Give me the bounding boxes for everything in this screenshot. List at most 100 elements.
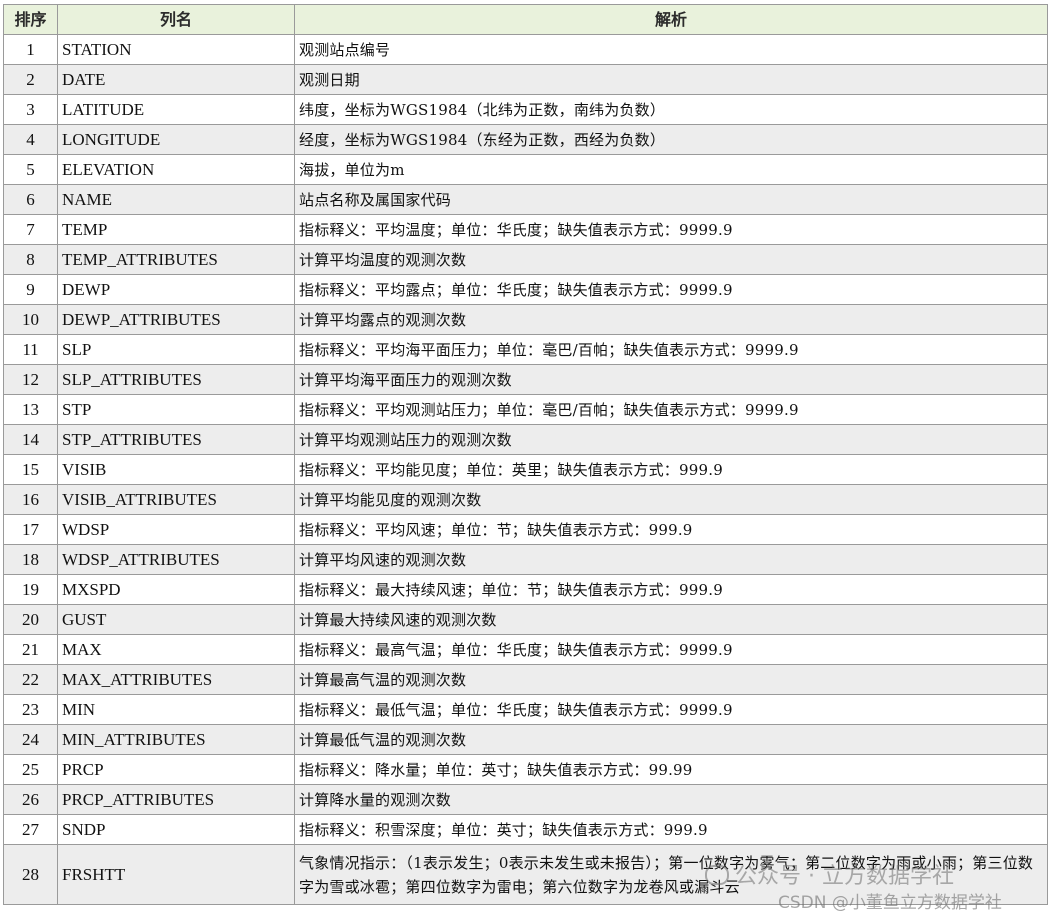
cell-order[interactable]: 28 <box>3 844 58 905</box>
cell-description[interactable]: 站点名称及属国家代码 <box>294 184 1048 215</box>
cell-description[interactable]: 观测日期 <box>294 64 1048 95</box>
cell-column-name[interactable]: STP_ATTRIBUTES <box>57 424 295 455</box>
cell-description[interactable]: 计算平均观测站压力的观测次数 <box>294 424 1048 455</box>
cell-description[interactable]: 计算平均风速的观测次数 <box>294 544 1048 575</box>
cell-description[interactable]: 计算最高气温的观测次数 <box>294 664 1048 695</box>
cell-column-name[interactable]: TEMP_ATTRIBUTES <box>57 244 295 275</box>
cell-column-name[interactable]: SLP_ATTRIBUTES <box>57 364 295 395</box>
table-row: 21 MAX 指标释义：最高气温；单位：华氏度；缺失值表示方式：9999.9 <box>3 634 1048 665</box>
cell-order[interactable]: 11 <box>3 334 58 365</box>
cell-description[interactable]: 指标释义：平均露点；单位：华氏度；缺失值表示方式：9999.9 <box>294 274 1048 305</box>
cell-column-name[interactable]: SNDP <box>57 814 295 845</box>
cell-column-name[interactable]: VISIB_ATTRIBUTES <box>57 484 295 515</box>
cell-order[interactable]: 20 <box>3 604 58 635</box>
cell-order[interactable]: 8 <box>3 244 58 275</box>
cell-order[interactable]: 4 <box>3 124 58 155</box>
cell-description[interactable]: 指标释义：平均观测站压力；单位：毫巴/百帕；缺失值表示方式：9999.9 <box>294 394 1048 425</box>
cell-column-name[interactable]: PRCP_ATTRIBUTES <box>57 784 295 815</box>
cell-order[interactable]: 21 <box>3 634 58 665</box>
cell-description[interactable]: 计算平均能见度的观测次数 <box>294 484 1048 515</box>
cell-description[interactable]: 气象情况指示：（1表示发生；0表示未发生或未报告）；第一位数字为雾气；第二位数字… <box>294 844 1048 905</box>
cell-description[interactable]: 计算最低气温的观测次数 <box>294 724 1048 755</box>
cell-order[interactable]: 22 <box>3 664 58 695</box>
cell-order[interactable]: 13 <box>3 394 58 425</box>
cell-order[interactable]: 16 <box>3 484 58 515</box>
cell-column-name[interactable]: LONGITUDE <box>57 124 295 155</box>
cell-description[interactable]: 计算最大持续风速的观测次数 <box>294 604 1048 635</box>
cell-column-name[interactable]: TEMP <box>57 214 295 245</box>
cell-column-name[interactable]: MXSPD <box>57 574 295 605</box>
cell-description[interactable]: 指标释义：积雪深度；单位：英寸；缺失值表示方式：999.9 <box>294 814 1048 845</box>
cell-description[interactable]: 计算平均露点的观测次数 <box>294 304 1048 335</box>
table-row: 2 DATE 观测日期 <box>3 64 1048 95</box>
cell-order[interactable]: 17 <box>3 514 58 545</box>
cell-description[interactable]: 计算降水量的观测次数 <box>294 784 1048 815</box>
cell-column-name[interactable]: MAX_ATTRIBUTES <box>57 664 295 695</box>
cell-order[interactable]: 14 <box>3 424 58 455</box>
cell-column-name[interactable]: DEWP <box>57 274 295 305</box>
cell-description[interactable]: 指标释义：平均风速；单位：节；缺失值表示方式：999.9 <box>294 514 1048 545</box>
cell-order[interactable]: 12 <box>3 364 58 395</box>
field-table: 排序 列名 解析 1 STATION 观测站点编号 2 DATE 观测日期 3 … <box>3 4 1048 905</box>
cell-order[interactable]: 18 <box>3 544 58 575</box>
cell-column-name[interactable]: FRSHTT <box>57 844 295 905</box>
cell-order[interactable]: 1 <box>3 34 58 65</box>
cell-order[interactable]: 19 <box>3 574 58 605</box>
cell-column-name[interactable]: MAX <box>57 634 295 665</box>
cell-order[interactable]: 10 <box>3 304 58 335</box>
cell-description[interactable]: 指标释义：降水量；单位：英寸；缺失值表示方式：99.99 <box>294 754 1048 785</box>
cell-description[interactable]: 指标释义：平均温度；单位：华氏度；缺失值表示方式：9999.9 <box>294 214 1048 245</box>
cell-column-name[interactable]: DATE <box>57 64 295 95</box>
table-row: 28 FRSHTT 气象情况指示：（1表示发生；0表示未发生或未报告）；第一位数… <box>3 844 1048 905</box>
cell-column-name[interactable]: MIN <box>57 694 295 725</box>
cell-description[interactable]: 海拔，单位为m <box>294 154 1048 185</box>
cell-description[interactable]: 指标释义：最低气温；单位：华氏度；缺失值表示方式：9999.9 <box>294 694 1048 725</box>
cell-column-name[interactable]: WDSP_ATTRIBUTES <box>57 544 295 575</box>
cell-description[interactable]: 指标释义：平均海平面压力；单位：毫巴/百帕；缺失值表示方式：9999.9 <box>294 334 1048 365</box>
cell-description[interactable]: 经度，坐标为WGS1984（东经为正数，西经为负数） <box>294 124 1048 155</box>
cell-order[interactable]: 15 <box>3 454 58 485</box>
cell-column-name[interactable]: VISIB <box>57 454 295 485</box>
cell-column-name[interactable]: WDSP <box>57 514 295 545</box>
cell-order[interactable]: 27 <box>3 814 58 845</box>
cell-order[interactable]: 5 <box>3 154 58 185</box>
cell-order[interactable]: 23 <box>3 694 58 725</box>
table-row: 10 DEWP_ATTRIBUTES 计算平均露点的观测次数 <box>3 304 1048 335</box>
cell-order[interactable]: 25 <box>3 754 58 785</box>
cell-column-name[interactable]: GUST <box>57 604 295 635</box>
table-row: 23 MIN 指标释义：最低气温；单位：华氏度；缺失值表示方式：9999.9 <box>3 694 1048 725</box>
cell-column-name[interactable]: STP <box>57 394 295 425</box>
header-description[interactable]: 解析 <box>294 4 1048 35</box>
header-order[interactable]: 排序 <box>3 4 58 35</box>
cell-order[interactable]: 26 <box>3 784 58 815</box>
cell-description[interactable]: 计算平均海平面压力的观测次数 <box>294 364 1048 395</box>
table-row: 9 DEWP 指标释义：平均露点；单位：华氏度；缺失值表示方式：9999.9 <box>3 274 1048 305</box>
cell-column-name[interactable]: NAME <box>57 184 295 215</box>
cell-order[interactable]: 2 <box>3 64 58 95</box>
cell-column-name[interactable]: DEWP_ATTRIBUTES <box>57 304 295 335</box>
cell-description[interactable]: 指标释义：最大持续风速；单位：节；缺失值表示方式：999.9 <box>294 574 1048 605</box>
cell-order[interactable]: 7 <box>3 214 58 245</box>
cell-column-name[interactable]: STATION <box>57 34 295 65</box>
cell-column-name[interactable]: LATITUDE <box>57 94 295 125</box>
table-row: 18 WDSP_ATTRIBUTES 计算平均风速的观测次数 <box>3 544 1048 575</box>
cell-description[interactable]: 计算平均温度的观测次数 <box>294 244 1048 275</box>
cell-description[interactable]: 观测站点编号 <box>294 34 1048 65</box>
header-column-name[interactable]: 列名 <box>57 4 295 35</box>
table-row: 26 PRCP_ATTRIBUTES 计算降水量的观测次数 <box>3 784 1048 815</box>
cell-order[interactable]: 24 <box>3 724 58 755</box>
table-row: 22 MAX_ATTRIBUTES 计算最高气温的观测次数 <box>3 664 1048 695</box>
cell-column-name[interactable]: SLP <box>57 334 295 365</box>
cell-column-name[interactable]: ELEVATION <box>57 154 295 185</box>
cell-order[interactable]: 3 <box>3 94 58 125</box>
cell-description[interactable]: 指标释义：平均能见度；单位：英里；缺失值表示方式：999.9 <box>294 454 1048 485</box>
cell-column-name[interactable]: PRCP <box>57 754 295 785</box>
cell-order[interactable]: 6 <box>3 184 58 215</box>
cell-column-name[interactable]: MIN_ATTRIBUTES <box>57 724 295 755</box>
field-description-sheet: 排序 列名 解析 1 STATION 观测站点编号 2 DATE 观测日期 3 … <box>3 4 1048 905</box>
table-row: 24 MIN_ATTRIBUTES 计算最低气温的观测次数 <box>3 724 1048 755</box>
cell-description[interactable]: 指标释义：最高气温；单位：华氏度；缺失值表示方式：9999.9 <box>294 634 1048 665</box>
cell-order[interactable]: 9 <box>3 274 58 305</box>
cell-description[interactable]: 纬度，坐标为WGS1984（北纬为正数，南纬为负数） <box>294 94 1048 125</box>
table-row: 3 LATITUDE 纬度，坐标为WGS1984（北纬为正数，南纬为负数） <box>3 94 1048 125</box>
